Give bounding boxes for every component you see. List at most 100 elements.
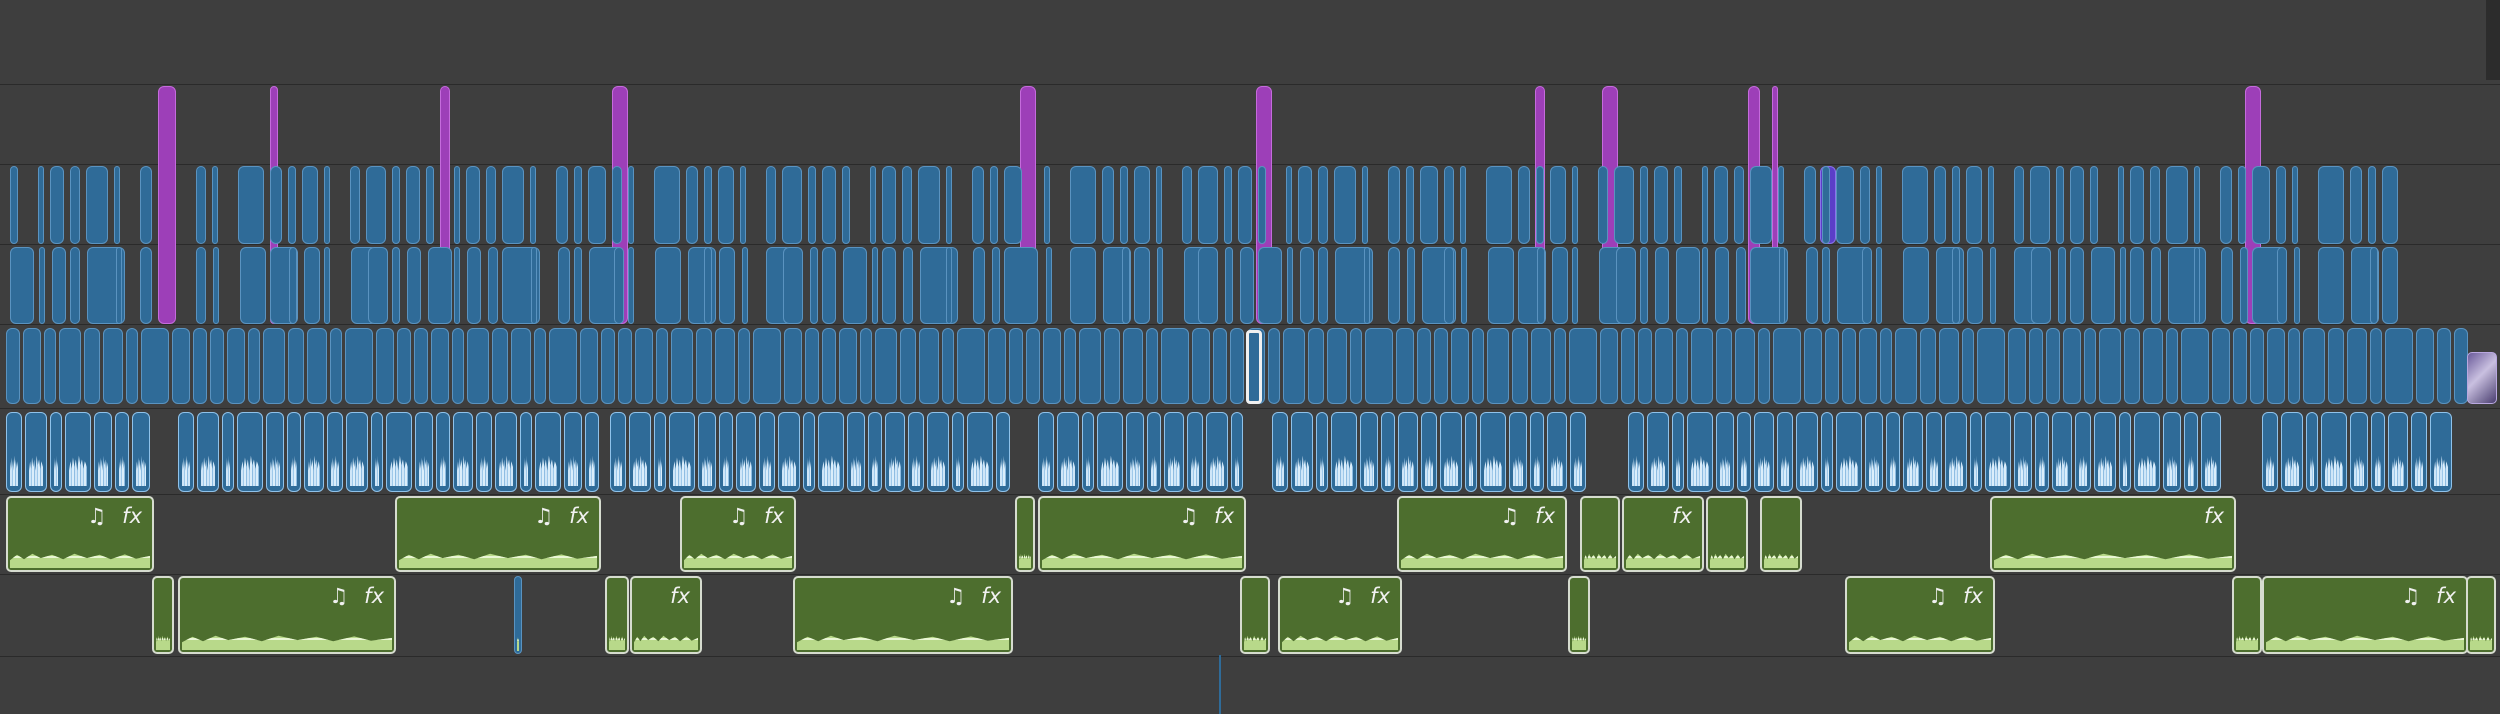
audio-clip[interactable] (2281, 412, 2303, 492)
audio-clip[interactable] (520, 412, 532, 492)
audio-clip[interactable] (967, 412, 993, 492)
connected-clip[interactable] (86, 166, 108, 244)
storyline-clip[interactable] (2303, 328, 2325, 404)
connected-clip[interactable] (1640, 166, 1648, 244)
connected-clip[interactable] (1318, 247, 1328, 324)
selected-clip-outline[interactable] (1246, 330, 1262, 404)
storyline-clip[interactable] (822, 328, 836, 404)
connected-clip[interactable] (1407, 247, 1415, 324)
connected-clip[interactable] (1388, 166, 1400, 244)
connected-clip[interactable] (2056, 166, 2064, 244)
audio-clip[interactable] (2430, 412, 2452, 492)
audio-clip[interactable] (847, 412, 865, 492)
connected-clip[interactable] (1876, 247, 1882, 324)
connected-clip[interactable] (240, 247, 266, 324)
audio-clip[interactable] (94, 412, 112, 492)
audio-clip[interactable] (1126, 412, 1144, 492)
connected-clip[interactable] (2276, 166, 2286, 244)
connected-clip[interactable] (742, 247, 748, 324)
connected-clip[interactable] (2070, 247, 2084, 324)
storyline-clip[interactable] (1676, 328, 1688, 404)
connected-clip[interactable] (2220, 166, 2232, 244)
audio-clip[interactable] (6, 412, 22, 492)
storyline-clip[interactable] (397, 328, 411, 404)
connected-clip[interactable] (270, 166, 282, 244)
connected-clip[interactable] (2090, 166, 2098, 244)
connected-clip[interactable] (1420, 166, 1438, 244)
connected-clip[interactable] (2318, 166, 2344, 244)
connected-clip[interactable] (50, 166, 64, 244)
connected-clip[interactable] (1734, 166, 1744, 244)
storyline-clip[interactable] (957, 328, 985, 404)
connected-clip[interactable] (1750, 166, 1772, 244)
connected-clip[interactable] (783, 247, 803, 324)
audio-clip[interactable] (50, 412, 62, 492)
storyline-clip[interactable] (288, 328, 304, 404)
connected-clip[interactable] (1550, 166, 1566, 244)
connected-clip[interactable] (52, 247, 66, 324)
storyline-clip[interactable] (141, 328, 169, 404)
connected-clip[interactable] (1004, 166, 1022, 244)
storyline-clip[interactable] (2181, 328, 2209, 404)
audio-clip[interactable] (759, 412, 775, 492)
connected-clip[interactable] (2252, 166, 2270, 244)
storyline-clip[interactable] (1230, 328, 1244, 404)
connected-clip[interactable] (628, 166, 634, 244)
storyline-clip[interactable] (1804, 328, 1822, 404)
connected-clip[interactable] (556, 166, 568, 244)
audio-clip[interactable] (564, 412, 582, 492)
storyline-clip[interactable] (549, 328, 577, 404)
storyline-clip[interactable] (210, 328, 224, 404)
connected-clip[interactable] (454, 166, 460, 244)
connected-clip[interactable] (1488, 247, 1514, 324)
audio-clip[interactable] (1231, 412, 1243, 492)
storyline-clip[interactable] (671, 328, 693, 404)
connected-clip[interactable] (2166, 166, 2188, 244)
connected-clip[interactable] (196, 247, 206, 324)
music-clip[interactable] (1760, 496, 1802, 572)
connected-clip[interactable] (1444, 247, 1454, 324)
connected-clip[interactable] (2120, 247, 2126, 324)
connected-clip[interactable] (1536, 166, 1544, 244)
storyline-clip[interactable] (860, 328, 872, 404)
storyline-clip[interactable] (942, 328, 954, 404)
connected-clip[interactable] (467, 247, 481, 324)
audio-clip[interactable] (535, 412, 561, 492)
connected-clip[interactable] (2318, 247, 2344, 324)
connected-clip[interactable] (574, 247, 582, 324)
storyline-clip[interactable] (227, 328, 245, 404)
audio-clip[interactable] (1316, 412, 1328, 492)
music-clip[interactable] (152, 576, 174, 654)
connected-clip[interactable] (1572, 166, 1578, 244)
storyline-clip[interactable] (1043, 328, 1061, 404)
storyline-clip[interactable] (1920, 328, 1936, 404)
connected-clip[interactable] (1990, 247, 1996, 324)
audio-clip[interactable] (885, 412, 905, 492)
music-clip[interactable]: ♫ fx (395, 496, 601, 572)
music-clip[interactable] (2232, 576, 2262, 654)
storyline-clip[interactable] (376, 328, 394, 404)
connected-clip[interactable] (140, 166, 152, 244)
storyline-clip[interactable] (839, 328, 857, 404)
connected-clip[interactable] (1714, 166, 1728, 244)
storyline-clip[interactable] (1977, 328, 2005, 404)
storyline-clip[interactable] (1472, 328, 1484, 404)
connected-clip[interactable] (1736, 247, 1746, 324)
audio-clip[interactable] (1480, 412, 1506, 492)
audio-clip[interactable] (346, 412, 368, 492)
connected-clip[interactable] (1300, 247, 1314, 324)
storyline-clip[interactable] (2143, 328, 2163, 404)
connected-clip[interactable] (1616, 247, 1636, 324)
connected-clip[interactable] (1537, 247, 1545, 324)
music-clip[interactable]: ♫ fx (178, 576, 396, 654)
audio-clip[interactable] (1331, 412, 1357, 492)
storyline-clip[interactable] (784, 328, 802, 404)
connected-clip[interactable] (946, 166, 952, 244)
storyline-clip[interactable] (1308, 328, 1324, 404)
connected-clip[interactable] (1552, 247, 1568, 324)
connected-clip[interactable] (213, 247, 219, 324)
audio-clip[interactable] (266, 412, 284, 492)
audio-clip[interactable] (1672, 412, 1684, 492)
connected-clip[interactable] (1806, 247, 1818, 324)
storyline-clip[interactable] (2328, 328, 2344, 404)
